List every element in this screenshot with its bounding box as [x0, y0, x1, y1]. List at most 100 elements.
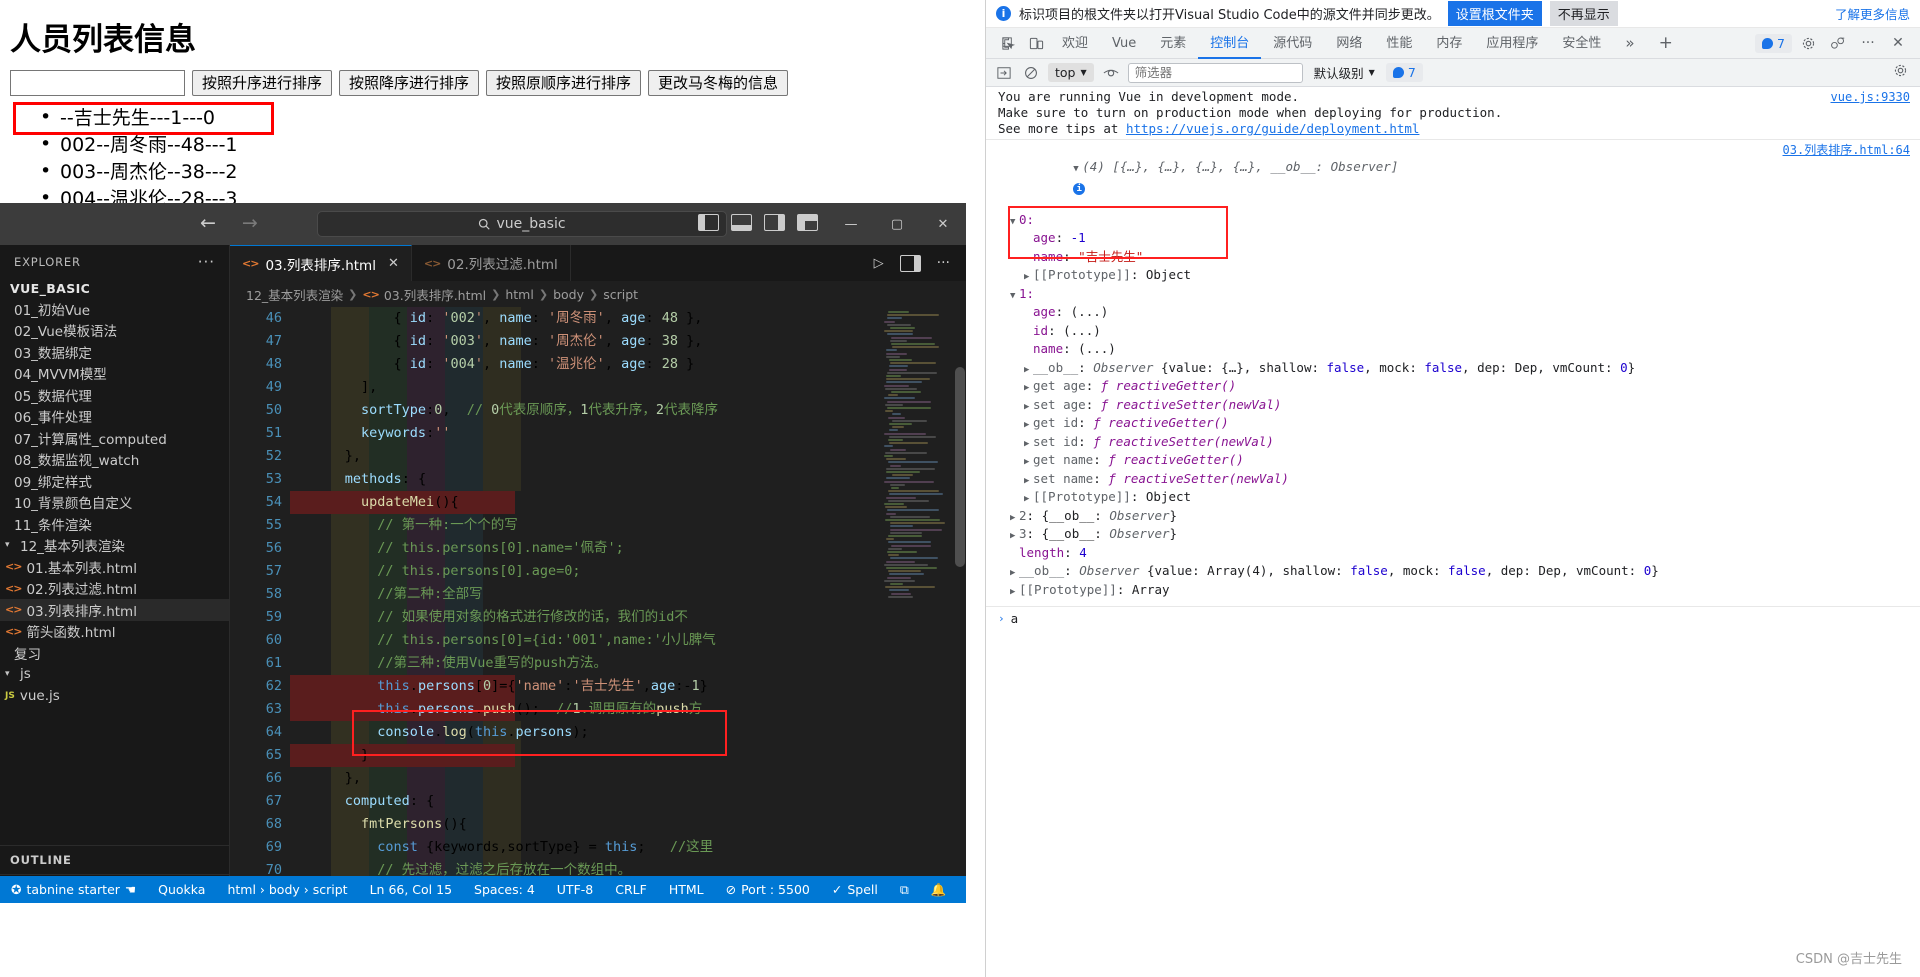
- sidebar-item-10[interactable]: 10_背景颜色自定义: [0, 492, 229, 514]
- sidebar-item-06[interactable]: 06_事件处理: [0, 406, 229, 428]
- sidebar-item-file-arrow[interactable]: <> 箭头函数.html: [0, 621, 229, 643]
- sidebar-item-09[interactable]: 09_绑定样式: [0, 470, 229, 492]
- object-tree-row[interactable]: ▶ [[Prototype]]: Object: [996, 489, 1920, 508]
- sidebar-item-js[interactable]: ▾ js: [0, 664, 229, 686]
- device-toolbar-icon[interactable]: [1022, 28, 1050, 59]
- triangle-down-icon[interactable]: ▼: [1073, 161, 1082, 178]
- status-language-mode[interactable]: HTML: [658, 876, 715, 903]
- disclosure-triangle-icon[interactable]: ▼: [1010, 288, 1019, 305]
- explorer-root-label[interactable]: VUE_BASIC: [0, 277, 229, 298]
- split-editor-icon[interactable]: [900, 255, 921, 272]
- code-line[interactable]: 66 },: [230, 767, 966, 790]
- status-breadcrumb[interactable]: html › body › script: [216, 876, 358, 903]
- close-icon[interactable]: ✕: [1884, 28, 1912, 59]
- code-line[interactable]: 62 this.persons[0]={'name':'吉士先生',age:-1…: [230, 675, 966, 698]
- breadcrumb-html[interactable]: html: [505, 287, 533, 302]
- explorer-more-icon[interactable]: ···: [198, 253, 215, 271]
- log-level-select[interactable]: 默认级别 ▼: [1310, 61, 1379, 84]
- code-line[interactable]: 52 },: [230, 445, 966, 468]
- object-tree-row[interactable]: age: (...): [996, 304, 1920, 323]
- disclosure-triangle-icon[interactable]: ▶: [1024, 491, 1033, 508]
- code-line[interactable]: 55 // 第一种:一个个的写: [230, 514, 966, 537]
- status-remote[interactable]: ⧉: [889, 876, 920, 903]
- object-tree-row[interactable]: id: (...): [996, 323, 1920, 342]
- status-cursor-position[interactable]: Ln 66, Col 15: [359, 876, 463, 903]
- window-close-button[interactable]: ✕: [920, 203, 966, 245]
- sidebar-item-vuejs[interactable]: JS vue.js: [0, 685, 229, 707]
- disclosure-triangle-icon[interactable]: [1024, 232, 1033, 249]
- sidebar-item-02[interactable]: 02_Vue模板语法: [0, 320, 229, 342]
- console-issues-badge[interactable]: 7: [1386, 63, 1423, 82]
- code-line[interactable]: 63 this.persons.push(); //1.调用原有的push方: [230, 698, 966, 721]
- object-tree-row[interactable]: ▶ [[Prototype]]: Object: [996, 267, 1920, 286]
- sidebar-item-file-03[interactable]: <> 03.列表排序.html: [0, 599, 229, 621]
- editor-more-icon[interactable]: ···: [937, 255, 950, 271]
- tab-overflow-icon[interactable]: »: [1613, 28, 1646, 59]
- customize-layout-icon[interactable]: [797, 214, 818, 231]
- editor-scrollbar[interactable]: [954, 307, 966, 903]
- console-sidebar-icon[interactable]: [994, 63, 1014, 83]
- object-tree-row[interactable]: age: -1: [996, 230, 1920, 249]
- sidebar-item-08[interactable]: 08_数据监视_watch: [0, 449, 229, 471]
- sidebar-item-11[interactable]: 11_条件渲染: [0, 513, 229, 535]
- object-tree-row[interactable]: ▶ __ob__: Observer {value: {…}, shallow: …: [996, 360, 1920, 379]
- object-tree-row[interactable]: ▶ get id: ƒ reactiveGetter(): [996, 415, 1920, 434]
- code-line[interactable]: 59 // 如果使用对象的格式进行修改的话，我们的id不: [230, 606, 966, 629]
- disclosure-triangle-icon[interactable]: [1024, 325, 1033, 342]
- toggle-secondary-sidebar-icon[interactable]: [764, 214, 785, 231]
- sidebar-item-12[interactable]: ▾ 12_基本列表渲染: [0, 535, 229, 557]
- disclosure-triangle-icon[interactable]: ▶: [1024, 417, 1033, 434]
- disclosure-triangle-icon[interactable]: [1024, 343, 1033, 360]
- code-line[interactable]: 53 methods: {: [230, 468, 966, 491]
- disclosure-triangle-icon[interactable]: ▶: [1024, 436, 1033, 453]
- sort-asc-button[interactable]: 按照升序进行排序: [192, 70, 332, 96]
- status-notifications[interactable]: 🔔: [920, 876, 958, 903]
- code-editor[interactable]: 46 { id: '002', name: '周冬雨', age: 48 }, 4…: [230, 307, 966, 903]
- code-line[interactable]: 61 //第三种:使用Vue重写的push方法。: [230, 652, 966, 675]
- code-line[interactable]: 46 { id: '002', name: '周冬雨', age: 48 },: [230, 307, 966, 330]
- learn-more-link[interactable]: 了解更多信息: [1835, 4, 1910, 23]
- tab-vue[interactable]: Vue: [1100, 28, 1148, 59]
- disclosure-triangle-icon[interactable]: ▶: [1010, 510, 1019, 527]
- sidebar-item-01[interactable]: 01_初始Vue: [0, 298, 229, 320]
- console-prompt-input[interactable]: a: [1011, 611, 1019, 626]
- status-spell[interactable]: ✓ Spell: [821, 876, 889, 903]
- code-line[interactable]: 49 ],: [230, 376, 966, 399]
- code-line[interactable]: 47 { id: '003', name: '周杰伦', age: 38 },: [230, 330, 966, 353]
- sidebar-item-05[interactable]: 05_数据代理: [0, 384, 229, 406]
- tab-security[interactable]: 安全性: [1550, 28, 1613, 59]
- code-line[interactable]: 68 fmtPersons(){: [230, 813, 966, 836]
- disclosure-triangle-icon[interactable]: ▶: [1024, 399, 1033, 416]
- sidebar-item-03[interactable]: 03_数据绑定: [0, 341, 229, 363]
- sidebar-item-file-02[interactable]: <> 02.列表过滤.html: [0, 578, 229, 600]
- tab-welcome[interactable]: 欢迎: [1050, 28, 1100, 59]
- disclosure-triangle-icon[interactable]: ▶: [1024, 269, 1033, 286]
- sidebar-item-file-01[interactable]: <> 01.基本列表.html: [0, 556, 229, 578]
- code-line[interactable]: 58 //第二种:全部写: [230, 583, 966, 606]
- tab-sources[interactable]: 源代码: [1261, 28, 1324, 59]
- array-header-row[interactable]: ▼ (4) [{…}, {…}, {…}, {…}, __ob__: Observ…: [998, 142, 1910, 212]
- disclosure-triangle-icon[interactable]: ▼: [1010, 214, 1019, 231]
- back-arrow-icon[interactable]: ←: [200, 214, 216, 233]
- disclosure-triangle-icon[interactable]: ▶: [1024, 380, 1033, 397]
- status-tabnine[interactable]: ✪ tabnine starter ☚: [0, 876, 147, 903]
- sort-original-button[interactable]: 按照原顺序进行排序: [486, 70, 641, 96]
- code-line[interactable]: 56 // this.persons[0].name='佩奇';: [230, 537, 966, 560]
- sidebar-item-04[interactable]: 04_MVVM模型: [0, 363, 229, 385]
- object-tree-row[interactable]: ▼ 1:: [996, 286, 1920, 305]
- object-tree-row[interactable]: name: (...): [996, 341, 1920, 360]
- tab-network[interactable]: 网络: [1324, 28, 1374, 59]
- disclosure-triangle-icon[interactable]: ▶: [1010, 565, 1019, 582]
- object-tree-row[interactable]: ▶ 2: {__ob__: Observer}: [996, 508, 1920, 527]
- forward-arrow-icon[interactable]: →: [242, 214, 258, 233]
- disclosure-triangle-icon[interactable]: ▶: [1024, 362, 1033, 379]
- disclosure-triangle-icon[interactable]: [1024, 306, 1033, 323]
- search-input[interactable]: [10, 70, 185, 96]
- set-root-folder-button[interactable]: 设置根文件夹: [1448, 1, 1542, 26]
- outline-section[interactable]: OUTLINE: [0, 845, 229, 874]
- object-tree-row[interactable]: name: "吉士先生": [996, 249, 1920, 268]
- object-tree-row[interactable]: ▶ get name: ƒ reactiveGetter(): [996, 452, 1920, 471]
- disclosure-triangle-icon[interactable]: ▶: [1010, 528, 1019, 545]
- scrollbar-thumb[interactable]: [955, 367, 965, 567]
- tab-memory[interactable]: 内存: [1424, 28, 1474, 59]
